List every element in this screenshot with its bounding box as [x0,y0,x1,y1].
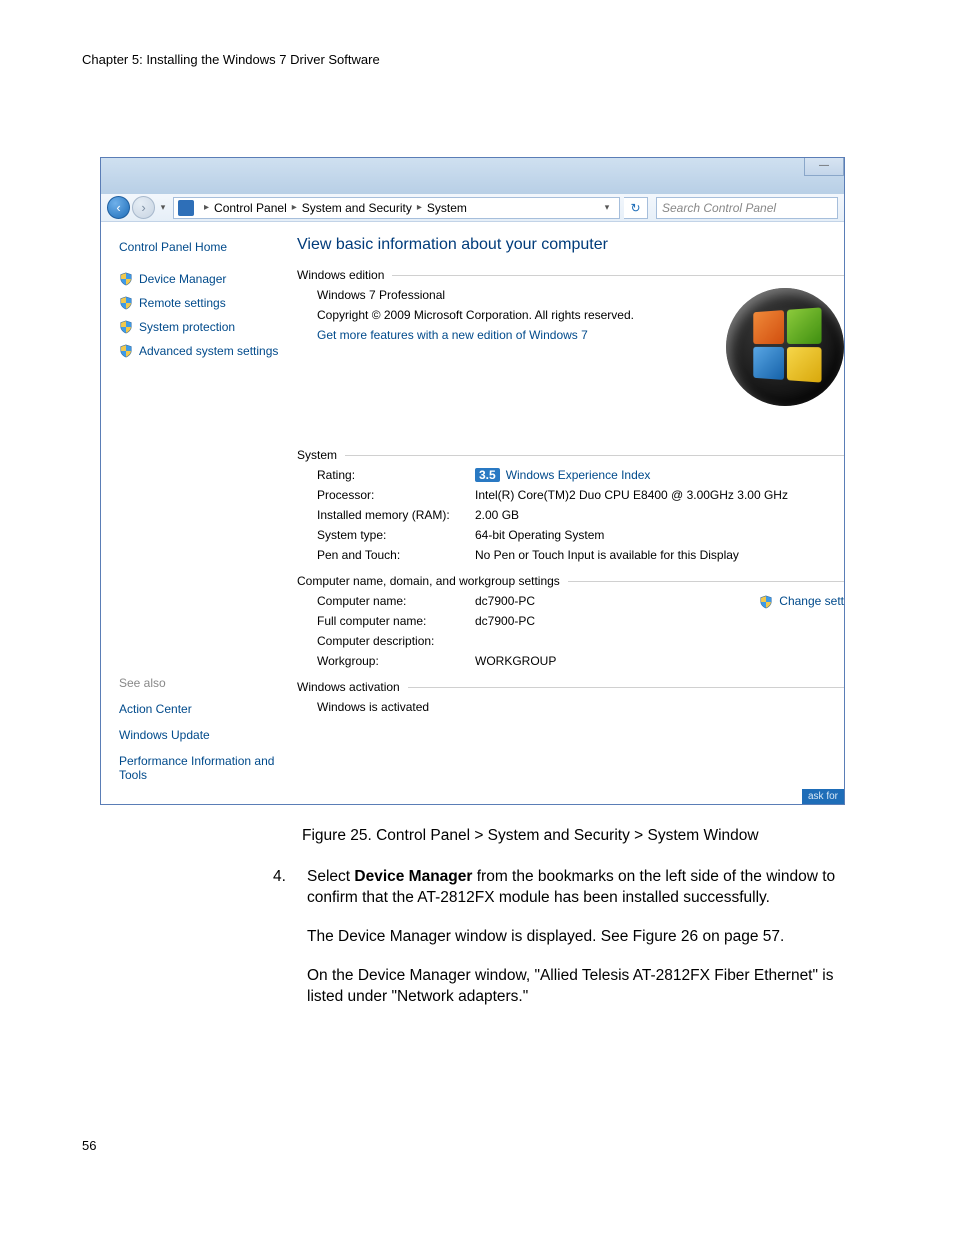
sidebar-item-label: Device Manager [139,272,226,286]
see-also-windows-update[interactable]: Windows Update [119,728,285,742]
processor-value: Intel(R) Core(TM)2 Duo CPU E8400 @ 3.00G… [475,488,844,502]
sidebar-item-label: Advanced system settings [139,344,278,358]
main-content: View basic information about your comput… [297,222,844,804]
system-type-label: System type: [317,528,475,542]
full-computer-name-value: dc7900-PC [475,614,844,628]
computer-description-value [475,634,844,648]
titlebar: — [101,158,844,194]
refresh-button[interactable]: ↻ [624,197,648,219]
sidebar-item-advanced-settings[interactable]: Advanced system settings [119,344,285,358]
chapter-header: Chapter 5: Installing the Windows 7 Driv… [82,52,898,67]
ram-value: 2.00 GB [475,508,844,522]
ask-for-badge[interactable]: ask for [802,789,844,804]
computer-name-label: Computer name: [317,594,475,608]
sidebar-item-system-protection[interactable]: System protection [119,320,285,334]
rating-badge: 3.5 [475,468,500,482]
see-also-action-center[interactable]: Action Center [119,702,285,716]
see-also-heading: See also [119,676,285,690]
workgroup-label: Workgroup: [317,654,475,668]
sidebar: Control Panel Home Device Manager Remote… [101,222,297,804]
page-title: View basic information about your comput… [297,236,844,254]
rating-label: Rating: [317,468,475,482]
sidebar-item-remote-settings[interactable]: Remote settings [119,296,285,310]
sidebar-item-label: System protection [139,320,235,334]
paragraph: The Device Manager window is displayed. … [307,927,838,948]
address-dropdown[interactable]: ▾ [599,202,615,213]
section-windows-edition: Windows edition [297,268,384,282]
change-settings-link[interactable]: Change sett [759,594,844,609]
computer-description-label: Computer description: [317,634,475,648]
breadcrumb-seg1[interactable]: Control Panel [214,201,287,215]
system-window: — ‹ › ▾ ▸ Control Panel ▸ System and Sec… [100,157,845,805]
minimize-button[interactable]: — [804,158,844,176]
shield-icon [119,296,133,310]
control-panel-icon [178,200,194,216]
shield-icon [119,320,133,334]
figure-caption: Figure 25. Control Panel > System and Se… [302,827,898,845]
section-activation: Windows activation [297,680,400,694]
system-type-value: 64-bit Operating System [475,528,844,542]
sidebar-item-label: Remote settings [139,296,226,310]
wei-link[interactable]: Windows Experience Index [506,468,651,482]
workgroup-value: WORKGROUP [475,654,844,668]
pen-touch-label: Pen and Touch: [317,548,475,562]
section-computer-name: Computer name, domain, and workgroup set… [297,574,560,588]
search-input[interactable]: Search Control Panel [656,197,838,219]
sidebar-item-device-manager[interactable]: Device Manager [119,272,285,286]
ram-label: Installed memory (RAM): [317,508,475,522]
shield-icon [119,272,133,286]
address-bar[interactable]: ▸ Control Panel ▸ System and Security ▸ … [173,197,620,219]
step-number: 4. [273,867,286,888]
back-button[interactable]: ‹ [107,196,130,219]
shield-icon [119,344,133,358]
navbar: ‹ › ▾ ▸ Control Panel ▸ System and Secur… [101,194,844,222]
step-4: 4. Select Device Manager from the bookma… [307,867,838,909]
breadcrumb-seg2[interactable]: System and Security [302,201,412,215]
section-system: System [297,448,337,462]
shield-icon [759,595,773,609]
breadcrumb-sep: ▸ [417,202,422,213]
breadcrumb-sep: ▸ [204,202,209,213]
full-computer-name-label: Full computer name: [317,614,475,628]
pen-touch-value: No Pen or Touch Input is available for t… [475,548,844,562]
page-number: 56 [82,1138,96,1153]
activation-status: Windows is activated [317,700,844,714]
forward-button[interactable]: › [132,196,155,219]
breadcrumb-sep: ▸ [292,202,297,213]
windows-logo [726,288,844,406]
paragraph: On the Device Manager window, "Allied Te… [307,966,838,1008]
history-dropdown[interactable]: ▾ [157,196,169,219]
processor-label: Processor: [317,488,475,502]
see-also-perf-info[interactable]: Performance Information and Tools [119,754,285,782]
breadcrumb-seg3[interactable]: System [427,201,467,215]
control-panel-home-link[interactable]: Control Panel Home [119,240,285,254]
